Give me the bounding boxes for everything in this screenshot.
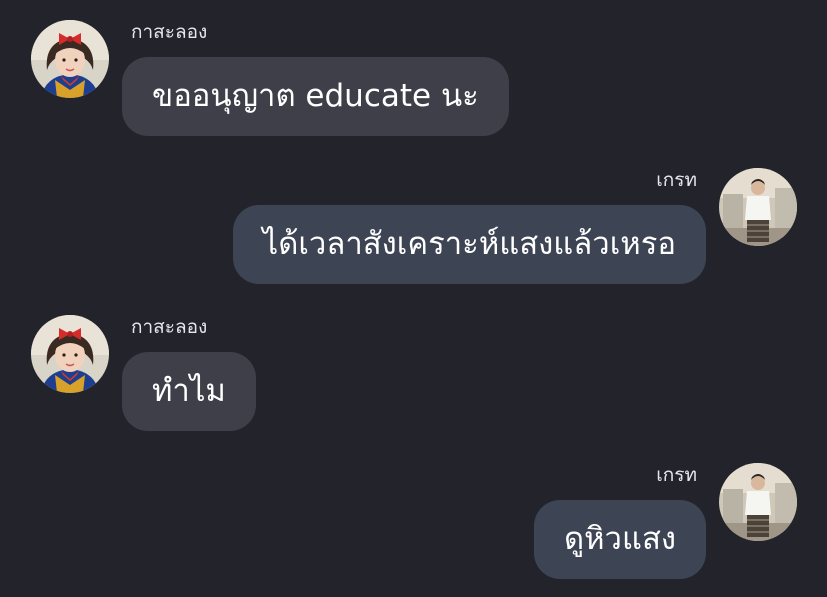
sender-name: เกรท bbox=[656, 169, 697, 191]
avatar[interactable] bbox=[719, 463, 797, 541]
chat-message: เกรท ได้เวลาสังเคราะห์แสงแล้วเหรอ bbox=[0, 148, 827, 288]
sender-name: กาสะลอง bbox=[131, 316, 208, 338]
sender-name: เกรท bbox=[656, 464, 697, 486]
message-bubble[interactable]: ทำไม bbox=[122, 352, 256, 431]
boy-avatar-icon bbox=[719, 168, 797, 246]
sender-name: กาสะลอง bbox=[131, 21, 208, 43]
chat-message: กาสะลอง ขออนุญาต educate นะ bbox=[0, 0, 827, 140]
girl-avatar-icon bbox=[31, 315, 109, 393]
avatar[interactable] bbox=[31, 20, 109, 98]
chat-message: เกรท ดูหิวแสง bbox=[0, 443, 827, 583]
message-bubble[interactable]: ได้เวลาสังเคราะห์แสงแล้วเหรอ bbox=[232, 205, 706, 284]
girl-avatar-icon bbox=[31, 20, 109, 98]
avatar[interactable] bbox=[719, 168, 797, 246]
boy-avatar-icon bbox=[719, 463, 797, 541]
chat-message: กาสะลอง ทำไม bbox=[0, 295, 827, 435]
message-bubble[interactable]: ขออนุญาต educate นะ bbox=[122, 57, 509, 136]
message-bubble[interactable]: ดูหิวแสง bbox=[533, 500, 706, 579]
avatar[interactable] bbox=[31, 315, 109, 393]
